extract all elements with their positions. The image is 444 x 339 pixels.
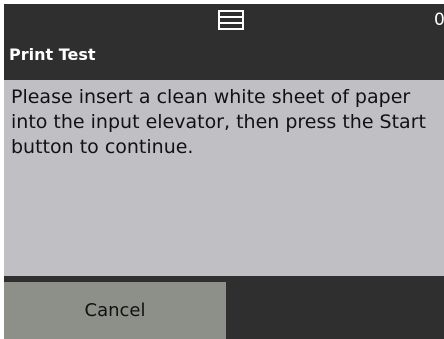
message-area: Please insert a clean white sheet of pap… [4,80,444,276]
paper-tray-icon [217,9,245,31]
status-counter: 0 [434,10,444,30]
status-bar: 0 [4,4,444,38]
cancel-button[interactable]: Cancel [4,282,226,339]
instruction-message: Please insert a clean white sheet of pap… [11,86,426,158]
page-title: Print Test [9,45,96,64]
print-test-panel: 0 Print Test Please insert a clean white… [4,4,444,339]
